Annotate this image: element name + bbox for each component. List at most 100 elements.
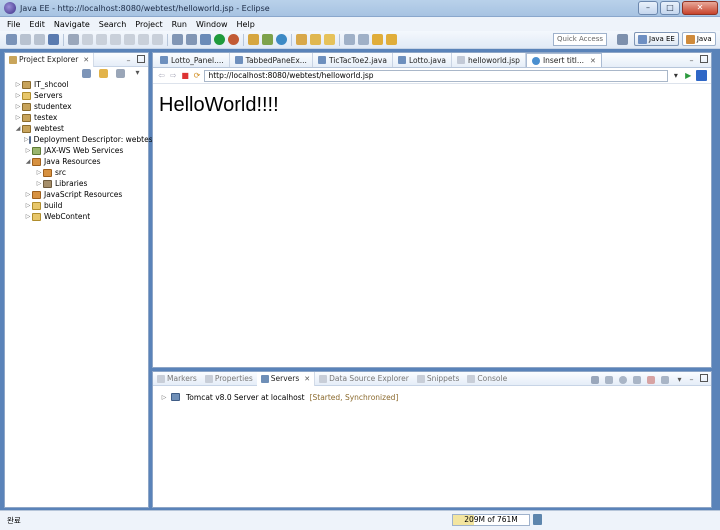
build-icon[interactable] xyxy=(200,34,211,45)
tree-item[interactable]: ▷ src xyxy=(14,167,148,178)
back-icon[interactable] xyxy=(372,34,383,45)
stop-icon[interactable]: ■ xyxy=(181,71,190,80)
tab-properties[interactable]: Properties xyxy=(201,372,257,386)
debug-server-icon[interactable] xyxy=(605,375,613,384)
skip-breakpoints-icon[interactable] xyxy=(68,34,79,45)
close-icon[interactable]: ✕ xyxy=(83,56,89,64)
stop-server-icon[interactable] xyxy=(647,375,655,384)
menu-help[interactable]: Help xyxy=(236,20,256,29)
tree-item[interactable]: ▷ Servers xyxy=(14,90,148,101)
open-type-icon[interactable] xyxy=(296,34,307,45)
mark-icon[interactable] xyxy=(186,34,197,45)
new-server-icon[interactable] xyxy=(248,34,259,45)
tab-console[interactable]: Console xyxy=(463,372,511,386)
tree-item[interactable]: ◢ Java Resources xyxy=(14,156,148,167)
profile-server-icon[interactable] xyxy=(633,375,641,384)
start-server-icon[interactable] xyxy=(619,375,627,384)
perspective-java[interactable]: Java xyxy=(681,32,716,46)
view-menu-icon[interactable]: ▾ xyxy=(675,375,684,385)
maximize-view-button[interactable] xyxy=(699,55,708,66)
expand-icon[interactable]: ▷ xyxy=(24,191,32,198)
close-icon[interactable]: ✕ xyxy=(304,375,310,383)
new-web-icon[interactable] xyxy=(262,34,273,45)
menu-project[interactable]: Project xyxy=(134,20,163,29)
globe-icon[interactable] xyxy=(276,34,287,45)
maximize-button[interactable]: □ xyxy=(660,1,680,15)
tree-item[interactable]: ▷ WebContent xyxy=(14,211,148,222)
resume-icon[interactable] xyxy=(82,34,93,45)
search-icon[interactable] xyxy=(324,34,335,45)
menu-run[interactable]: Run xyxy=(171,20,188,29)
back-icon[interactable]: ⇦ xyxy=(157,71,166,80)
server-item[interactable]: ▷ Tomcat v8.0 Server at localhost [Start… xyxy=(160,391,711,403)
tab-data-source-explorer[interactable]: Data Source Explorer xyxy=(315,372,413,386)
menu-edit[interactable]: Edit xyxy=(28,20,46,29)
minimize-view-button[interactable]: – xyxy=(687,56,696,66)
collapse-all-icon[interactable] xyxy=(82,68,91,78)
url-dropdown-icon[interactable]: ▾ xyxy=(671,71,680,80)
expand-icon[interactable]: ▷ xyxy=(24,147,32,154)
tree-item[interactable]: ▷ build xyxy=(14,200,148,211)
tab-markers[interactable]: Markers xyxy=(153,372,201,386)
open-task-icon[interactable] xyxy=(310,34,321,45)
tree-item[interactable]: ▷ JAX-WS Web Services xyxy=(14,145,148,156)
editor-tab[interactable]: Lotto_Panel.... xyxy=(155,53,230,67)
editor-tab[interactable]: TicTacToe2.java xyxy=(313,53,393,67)
collapse-all-icon[interactable] xyxy=(591,375,599,384)
expand-icon[interactable]: ▷ xyxy=(14,114,22,121)
quick-access-input[interactable]: Quick Access xyxy=(553,33,607,46)
expand-icon[interactable]: ▷ xyxy=(35,180,43,187)
refresh-icon[interactable]: ⟳ xyxy=(193,71,202,80)
url-input[interactable] xyxy=(204,69,669,82)
close-icon[interactable]: ✕ xyxy=(590,57,596,65)
go-icon[interactable]: ▶ xyxy=(683,71,693,80)
tab-project-explorer[interactable]: Project Explorer ✕ xyxy=(5,52,95,67)
step-into-icon[interactable] xyxy=(124,34,135,45)
collapse-icon[interactable]: ◢ xyxy=(24,158,32,165)
editor-tab-active[interactable]: Insert titl... ✕ xyxy=(525,53,602,67)
save-all-icon[interactable] xyxy=(34,34,45,45)
perspective-java-ee[interactable]: Java EE xyxy=(634,32,679,46)
collapse-icon[interactable]: ◢ xyxy=(14,125,22,132)
menu-search[interactable]: Search xyxy=(98,20,127,29)
open-external-browser-icon[interactable] xyxy=(696,70,707,81)
editor-tab[interactable]: Lotto.java xyxy=(393,53,453,67)
view-menu-icon[interactable]: ▾ xyxy=(133,68,142,78)
expand-icon[interactable]: ▷ xyxy=(14,92,22,99)
tab-servers[interactable]: Servers ✕ xyxy=(256,371,316,386)
tree-item[interactable]: ◢ webtest xyxy=(14,123,148,134)
menu-navigate[interactable]: Navigate xyxy=(53,20,91,29)
step-return-icon[interactable] xyxy=(152,34,163,45)
save-icon[interactable] xyxy=(20,34,31,45)
annotation-next-icon[interactable] xyxy=(344,34,355,45)
heap-status[interactable]: 209M of 761M xyxy=(452,514,530,526)
publish-icon[interactable] xyxy=(661,375,669,384)
expand-icon[interactable]: ▷ xyxy=(24,213,32,220)
new-icon[interactable] xyxy=(6,34,17,45)
filter-icon[interactable] xyxy=(116,68,125,78)
forward-icon[interactable]: ⇨ xyxy=(169,71,178,80)
suspend-icon[interactable] xyxy=(96,34,107,45)
editor-tab[interactable]: TabbedPaneEx... xyxy=(230,53,313,67)
debug-icon[interactable] xyxy=(228,34,239,45)
open-perspective-icon[interactable] xyxy=(617,33,628,45)
trash-icon[interactable] xyxy=(533,514,542,525)
forward-icon[interactable] xyxy=(386,34,397,45)
close-button[interactable]: ✕ xyxy=(682,1,718,15)
tree-item[interactable]: ▷ Libraries xyxy=(14,178,148,189)
annotation-prev-icon[interactable] xyxy=(358,34,369,45)
maximize-view-button[interactable] xyxy=(699,374,708,385)
tree-item[interactable]: ▷ studentex xyxy=(14,101,148,112)
expand-icon[interactable]: ▷ xyxy=(14,81,22,88)
terminate-icon[interactable] xyxy=(110,34,121,45)
toggle-icon[interactable] xyxy=(172,34,183,45)
maximize-view-button[interactable] xyxy=(136,55,145,66)
menu-file[interactable]: File xyxy=(6,20,21,29)
expand-icon[interactable]: ▷ xyxy=(14,103,22,110)
expand-icon[interactable]: ▷ xyxy=(24,202,32,209)
tree-item[interactable]: ▷ testex xyxy=(14,112,148,123)
minimize-view-button[interactable]: – xyxy=(687,375,696,385)
minimize-view-button[interactable]: – xyxy=(124,56,133,66)
tree-item[interactable]: ▷ Deployment Descriptor: webtes xyxy=(14,134,153,145)
expand-icon[interactable]: ▷ xyxy=(24,136,29,143)
